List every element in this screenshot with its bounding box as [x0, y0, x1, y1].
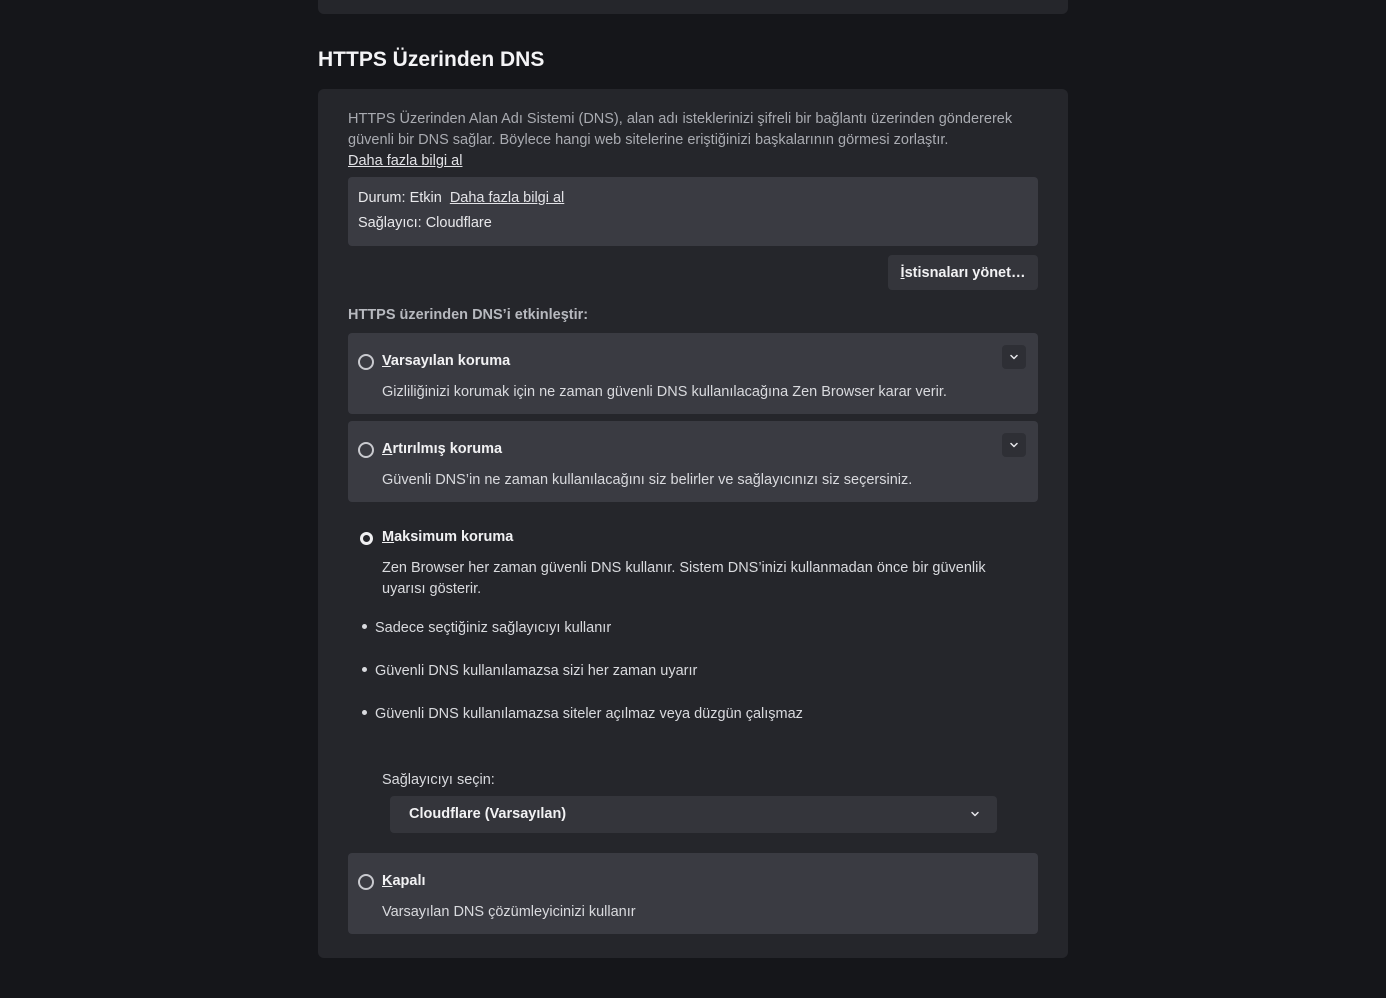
option-max-desc: Zen Browser her zaman güvenli DNS kullan…	[382, 560, 986, 597]
list-item: Sadece seçtiğiniz sağlayıcıyı kullanır	[362, 620, 611, 636]
provider-status-text: Sağlayıcı: Cloudflare	[358, 215, 492, 231]
option-off[interactable]: Kapalı Varsayılan DNS çözümleyicinizi ku…	[348, 853, 1038, 934]
radio-max-protection[interactable]	[360, 532, 373, 545]
option-default-desc: Gizliliğinizi korumak için ne zaman güve…	[382, 384, 947, 400]
option-increased-title: Artırılmış koruma	[382, 441, 503, 457]
list-item: Güvenli DNS kullanılamazsa siteler açılm…	[362, 706, 803, 722]
option-max-title: Maksimum koruma	[382, 529, 514, 545]
provider-select-value: Cloudflare (Varsayılan)	[409, 806, 567, 822]
radio-default-protection[interactable]	[358, 354, 374, 370]
expand-increased-button[interactable]	[1002, 433, 1026, 457]
section-title: HTTPS Üzerinden DNS	[318, 48, 545, 71]
status-text: Durum: Etkin	[358, 190, 442, 206]
provider-select[interactable]: Cloudflare (Varsayılan)	[390, 796, 997, 833]
provider-select-label: Sağlayıcıyı seçin:	[382, 772, 495, 788]
status-line: Durum: Etkin Daha fazla bilgi al	[358, 190, 564, 206]
enable-doh-label: HTTPS üzerinden DNS’i etkinleştir:	[348, 307, 589, 323]
radio-increased-protection[interactable]	[358, 442, 374, 458]
radio-off[interactable]	[358, 874, 374, 890]
list-item: Güvenli DNS kullanılamazsa sizi her zama…	[362, 663, 697, 679]
manage-exceptions-label: stisnaları yönet…	[904, 264, 1026, 281]
expand-default-button[interactable]	[1002, 345, 1026, 369]
status-learn-more-link[interactable]: Daha fazla bilgi al	[450, 190, 564, 206]
option-increased-protection[interactable]: Artırılmış koruma Güvenli DNS’in ne zama…	[348, 421, 1038, 502]
chevron-down-icon	[1010, 354, 1018, 360]
option-off-desc: Varsayılan DNS çözümleyicinizi kullanır	[382, 904, 636, 920]
manage-exceptions-button[interactable]: İstisnaları yönet…	[888, 255, 1038, 290]
option-increased-desc: Güvenli DNS’in ne zaman kullanılacağını …	[382, 472, 913, 488]
learn-more-link[interactable]: Daha fazla bilgi al	[348, 153, 462, 169]
chevron-down-icon	[971, 811, 979, 817]
option-default-title: Varsayılan koruma	[382, 353, 511, 369]
status-box: Durum: Etkin Daha fazla bilgi al Sağlayıc…	[348, 177, 1038, 246]
option-default-protection[interactable]: Varsayılan koruma Gizliliğinizi korumak …	[348, 333, 1038, 414]
chevron-down-icon	[1010, 442, 1018, 448]
doh-description: HTTPS Üzerinden Alan Adı Sistemi (DNS), …	[348, 111, 1013, 148]
previous-section-card	[318, 0, 1068, 14]
option-off-title: Kapalı	[382, 873, 426, 889]
doh-card: HTTPS Üzerinden Alan Adı Sistemi (DNS), …	[318, 89, 1068, 958]
